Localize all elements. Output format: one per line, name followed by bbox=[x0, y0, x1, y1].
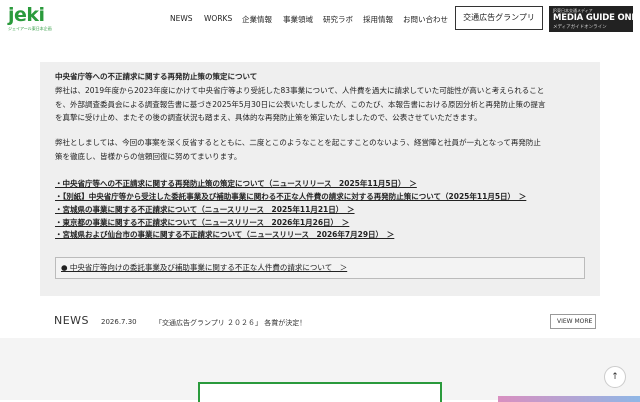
notice-title: 中央省庁等への不正請求に関する再発防止策の策定について bbox=[55, 72, 258, 81]
notice-para1-line1: 弊社は、2019年度から2023年度にかけて中央省庁等より受託した83事業につい… bbox=[55, 86, 545, 95]
back-to-top-button[interactable]: ↑ bbox=[604, 366, 626, 388]
nav-works[interactable]: WORKS bbox=[204, 14, 232, 23]
notice-para1-line3: を真摯に受け止め、またその後の調査状況も踏まえ、具体的な再発防止策を策定いたしま… bbox=[55, 113, 482, 122]
media-guide-sub: メディアガイドオンライン bbox=[553, 25, 607, 30]
view-more-label: VIEW MORE bbox=[557, 318, 593, 325]
logo-wordmark: jeki bbox=[8, 4, 45, 26]
site-header: jeki ジェイアール東日本企画 NEWS WORKS 企業情報 事業領域 研究… bbox=[0, 0, 640, 40]
notice-para2-line1: 弊社としましては、今回の事案を深く反省するとともに、二度とこのようなことを起こす… bbox=[55, 138, 541, 147]
notice-link-2[interactable]: ・【別紙】中央省庁等から受注した委託事業及び補助事業に関わる不正な人件費の請求に… bbox=[55, 190, 526, 204]
notice-link-3[interactable]: ・宮城県の事業に関する不正請求について（ニュースリリース 2025年11月21日… bbox=[55, 203, 355, 217]
bottom-section bbox=[0, 338, 640, 402]
news-date: 2026.7.30 bbox=[101, 318, 137, 326]
news-headline[interactable]: 「交通広告グランプリ ２０２６」 各賞が決定！ bbox=[155, 318, 306, 328]
nav-contact[interactable]: お問い合わせ bbox=[403, 14, 448, 25]
jeki-logo[interactable]: jeki ジェイアール東日本企画 bbox=[8, 4, 52, 33]
notice-inner-link[interactable]: ● 中央省庁等向けの委託事業及び補助事業に関する不正な人件費の請求について ＞ bbox=[55, 257, 585, 279]
notice-para1-line2: を、外部調査委員会による調査報告書に基づき2025年5月30日に公表いたしました… bbox=[55, 100, 546, 109]
news-label: NEWS bbox=[54, 314, 90, 327]
grandprix-button[interactable]: 交通広告グランプリ bbox=[455, 6, 543, 30]
notice-link-5[interactable]: ・宮城県および仙台市の事業に関する不正請求について（ニュースリリース 2026年… bbox=[55, 228, 394, 242]
logo-subtitle: ジェイアール東日本企画 bbox=[8, 26, 52, 31]
notice-para2-line2: 策を徹底し、皆様からの信頼回復に努めてまいります。 bbox=[55, 152, 242, 161]
media-guide-main: MEDIA GUIDE ONLINE bbox=[553, 13, 640, 23]
nav-business[interactable]: 事業領域 bbox=[283, 14, 313, 25]
feature-card[interactable] bbox=[198, 382, 442, 402]
nav-lab[interactable]: 研究ラボ bbox=[323, 14, 353, 25]
view-more-button[interactable]: VIEW MORE › bbox=[550, 314, 596, 329]
notice-panel: 中央省庁等への不正請求に関する再発防止策の策定について 弊社は、2019年度から… bbox=[40, 62, 600, 296]
nav-company[interactable]: 企業情報 bbox=[242, 14, 272, 25]
nav-recruit[interactable]: 採用情報 bbox=[363, 14, 393, 25]
nav-news[interactable]: NEWS bbox=[170, 14, 193, 23]
arrow-up-icon: ↑ bbox=[611, 372, 619, 382]
media-guide-banner[interactable]: JR東日本交通メディア MEDIA GUIDE ONLINE メディアガイドオン… bbox=[549, 6, 640, 32]
gradient-banner[interactable] bbox=[498, 396, 640, 402]
chevron-right-icon: › bbox=[588, 317, 591, 325]
notice-link-1[interactable]: ・中央省庁等への不正請求に関する再発防止策の策定について（ニュースリリース 20… bbox=[55, 177, 417, 191]
